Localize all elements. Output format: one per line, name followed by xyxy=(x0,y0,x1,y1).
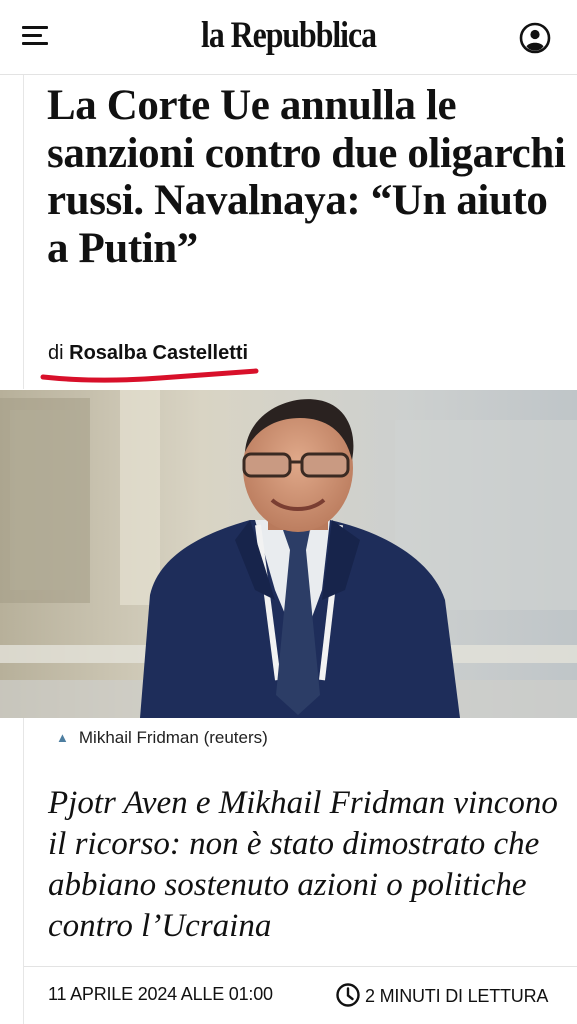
left-divider xyxy=(23,75,24,389)
meta-divider xyxy=(24,966,577,967)
article-summary: Pjotr Aven e Mikhail Fridman vincono il … xyxy=(48,785,558,944)
caption-triangle-icon: ▲ xyxy=(56,730,69,745)
reading-time: 2 MINUTI DI LETTURA xyxy=(335,983,549,1010)
author-underline-mark xyxy=(40,368,259,383)
site-logo[interactable]: la Repubblica xyxy=(40,14,536,57)
article-headline: La Corte Ue annulla le sanzioni contro d… xyxy=(47,82,566,272)
article-photo[interactable] xyxy=(0,390,577,718)
author-link[interactable]: Rosalba Castelletti xyxy=(69,342,248,364)
top-bar: la Repubblica xyxy=(0,0,577,75)
publish-date: 11 APRILE 2024 ALLE 01:00 xyxy=(48,984,273,1004)
photo-caption: ▲ Mikhail Fridman (reuters) xyxy=(56,728,268,748)
left-divider xyxy=(23,718,24,1024)
clock-icon xyxy=(336,983,360,1007)
byline-prefix: di xyxy=(48,342,64,364)
user-account-icon[interactable] xyxy=(519,22,551,54)
caption-text: Mikhail Fridman (reuters) xyxy=(78,728,268,747)
reading-time-label: 2 MINUTI DI LETTURA xyxy=(365,985,549,1006)
